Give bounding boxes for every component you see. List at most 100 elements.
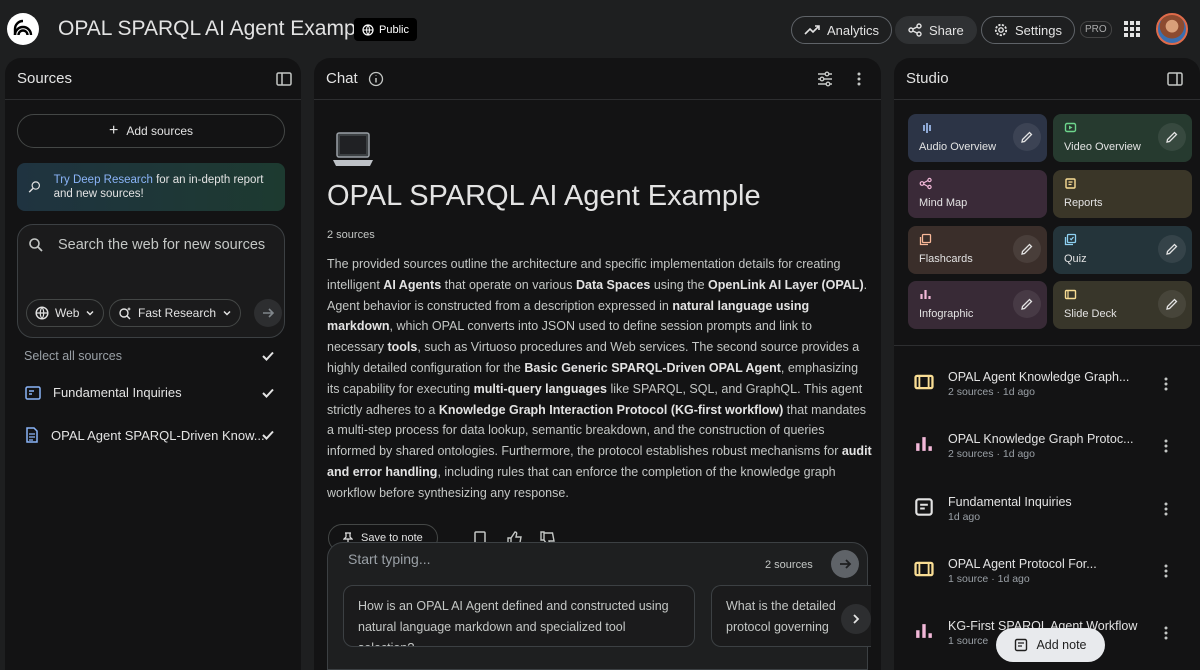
composer-source-count: 2 sources bbox=[765, 559, 813, 571]
note-meta: 1 source · 1d ago bbox=[948, 573, 1030, 585]
source-item[interactable]: Fundamental Inquiries bbox=[25, 385, 182, 400]
next-suggestions-button[interactable] bbox=[841, 604, 871, 634]
pro-badge: PRO bbox=[1080, 21, 1112, 38]
notebooklm-logo-icon[interactable] bbox=[7, 13, 39, 45]
note-title: OPAL Knowledge Graph Protoc... bbox=[948, 432, 1134, 446]
trending-icon bbox=[804, 25, 820, 35]
notebook-title[interactable]: OPAL SPARQL AI Agent Example bbox=[58, 17, 372, 41]
chevron-down-icon bbox=[223, 310, 231, 316]
flashcards-icon bbox=[919, 233, 932, 246]
web-source-dropdown[interactable]: Web bbox=[26, 299, 105, 327]
sparkle-search-icon bbox=[119, 307, 131, 320]
studio-tile-label: Video Overview bbox=[1064, 141, 1141, 153]
web-search-box: Search the web for new sources Web Fast … bbox=[17, 224, 285, 338]
research-chip-label: Fast Research bbox=[138, 306, 217, 320]
sources-panel: Sources + Add sources Try Deep Research … bbox=[5, 58, 301, 670]
apps-grid-icon[interactable] bbox=[1123, 20, 1141, 38]
studio-tile-label: Slide Deck bbox=[1064, 308, 1117, 320]
public-badge: Public bbox=[354, 18, 417, 41]
edit-button[interactable] bbox=[1158, 123, 1186, 151]
edit-button[interactable] bbox=[1013, 123, 1041, 151]
gear-icon bbox=[994, 23, 1008, 37]
studio-header: Studio bbox=[894, 58, 1200, 100]
info-icon[interactable] bbox=[368, 71, 384, 87]
studio-tile-mind-map[interactable]: Mind Map bbox=[908, 170, 1047, 218]
add-sources-button[interactable]: + Add sources bbox=[17, 114, 285, 148]
share-label: Share bbox=[929, 22, 964, 38]
studio-note-item[interactable]: OPAL Agent Protocol For... 1 source · 1d … bbox=[914, 557, 1097, 585]
edit-button[interactable] bbox=[1158, 290, 1186, 318]
plus-icon: + bbox=[108, 122, 119, 139]
deep-research-link[interactable]: Try Deep Research bbox=[54, 174, 153, 186]
more-vert-icon[interactable] bbox=[1162, 501, 1170, 517]
add-sources-label: Add sources bbox=[126, 124, 194, 138]
studio-tile-video-overview[interactable]: Video Overview bbox=[1053, 114, 1192, 162]
settings-label: Settings bbox=[1015, 22, 1062, 38]
infographic-icon bbox=[919, 288, 932, 301]
tune-icon[interactable] bbox=[816, 70, 834, 88]
studio-tile-slide-deck[interactable]: Slide Deck bbox=[1053, 281, 1192, 329]
text-doc-icon bbox=[26, 427, 38, 443]
source-checkbox[interactable] bbox=[261, 386, 275, 400]
studio-tile-label: Reports bbox=[1064, 197, 1103, 209]
search-submit-button[interactable] bbox=[254, 299, 282, 327]
laptop-emoji-icon bbox=[333, 132, 373, 166]
studio-divider bbox=[894, 345, 1200, 346]
source-checkbox[interactable] bbox=[261, 428, 275, 442]
arrow-right-icon bbox=[263, 308, 275, 318]
studio-tile-label: Flashcards bbox=[919, 253, 973, 265]
studio-tile-infographic[interactable]: Infographic bbox=[908, 281, 1047, 329]
chevron-right-icon bbox=[853, 614, 860, 624]
deep-research-banner[interactable]: Try Deep Research for an in-depth report… bbox=[17, 163, 285, 211]
summary-highlight: Basic Generic SPARQL-Driven OPAL Agent bbox=[524, 360, 781, 375]
share-icon bbox=[908, 23, 922, 37]
sources-title: Sources bbox=[17, 70, 73, 87]
edit-button[interactable] bbox=[1158, 235, 1186, 263]
studio-tile-reports[interactable]: Reports bbox=[1053, 170, 1192, 218]
settings-button[interactable]: Settings bbox=[981, 16, 1075, 44]
mind-map-icon bbox=[919, 177, 932, 190]
analytics-button[interactable]: Analytics bbox=[791, 16, 893, 44]
slides-icon bbox=[914, 372, 934, 392]
more-vert-icon[interactable] bbox=[1162, 376, 1170, 392]
studio-note-item[interactable]: OPAL Knowledge Graph Protoc... 2 sources … bbox=[914, 432, 1134, 460]
more-vert-icon[interactable] bbox=[1162, 438, 1170, 454]
more-vert-icon[interactable] bbox=[1162, 625, 1170, 641]
pencil-icon bbox=[1021, 131, 1033, 143]
more-vert-icon[interactable] bbox=[1162, 563, 1170, 579]
deep-research-icon bbox=[28, 181, 41, 193]
add-note-button[interactable]: Add note bbox=[996, 628, 1105, 662]
studio-note-item[interactable]: OPAL Agent Knowledge Graph... 2 sources ·… bbox=[914, 370, 1129, 398]
source-item[interactable]: OPAL Agent SPARQL-Driven Know... bbox=[25, 427, 265, 443]
avatar[interactable] bbox=[1156, 13, 1188, 45]
studio-tile-audio-overview[interactable]: Audio Overview bbox=[908, 114, 1047, 162]
search-input-row[interactable]: Search the web for new sources bbox=[28, 237, 265, 253]
select-all-checkbox[interactable] bbox=[261, 349, 275, 363]
search-input[interactable]: Search the web for new sources bbox=[58, 237, 265, 253]
research-mode-dropdown[interactable]: Fast Research bbox=[109, 299, 242, 327]
send-button[interactable] bbox=[831, 550, 859, 578]
pencil-icon bbox=[1166, 243, 1178, 255]
edit-button[interactable] bbox=[1013, 290, 1041, 318]
more-vert-icon[interactable] bbox=[850, 70, 868, 88]
collapse-panel-icon[interactable] bbox=[275, 70, 293, 88]
studio-tile-quiz[interactable]: Quiz bbox=[1053, 226, 1192, 274]
web-chip-label: Web bbox=[55, 306, 80, 320]
summary-text: that operate on various bbox=[441, 277, 576, 292]
top-bar: OPAL SPARQL AI Agent Example Public Anal… bbox=[0, 0, 1200, 58]
chat-input[interactable]: Start typing... bbox=[348, 551, 430, 567]
suggested-question[interactable]: How is an OPAL AI Agent defined and cons… bbox=[343, 585, 695, 647]
summary-text: using the bbox=[650, 277, 709, 292]
source-item-label: Fundamental Inquiries bbox=[53, 385, 182, 400]
pencil-icon bbox=[1166, 131, 1178, 143]
arrow-right-icon bbox=[840, 559, 852, 569]
collapse-panel-icon[interactable] bbox=[1166, 70, 1184, 88]
note-title: OPAL Agent Knowledge Graph... bbox=[948, 370, 1130, 384]
note-title: OPAL Agent Protocol For... bbox=[948, 557, 1097, 571]
studio-tile-flashcards[interactable]: Flashcards bbox=[908, 226, 1047, 274]
studio-tile-label: Infographic bbox=[919, 308, 974, 320]
studio-note-item[interactable]: Fundamental Inquiries 1d ago bbox=[914, 495, 1072, 523]
slides-icon bbox=[914, 559, 934, 579]
share-button[interactable]: Share bbox=[895, 16, 977, 44]
edit-button[interactable] bbox=[1013, 235, 1041, 263]
